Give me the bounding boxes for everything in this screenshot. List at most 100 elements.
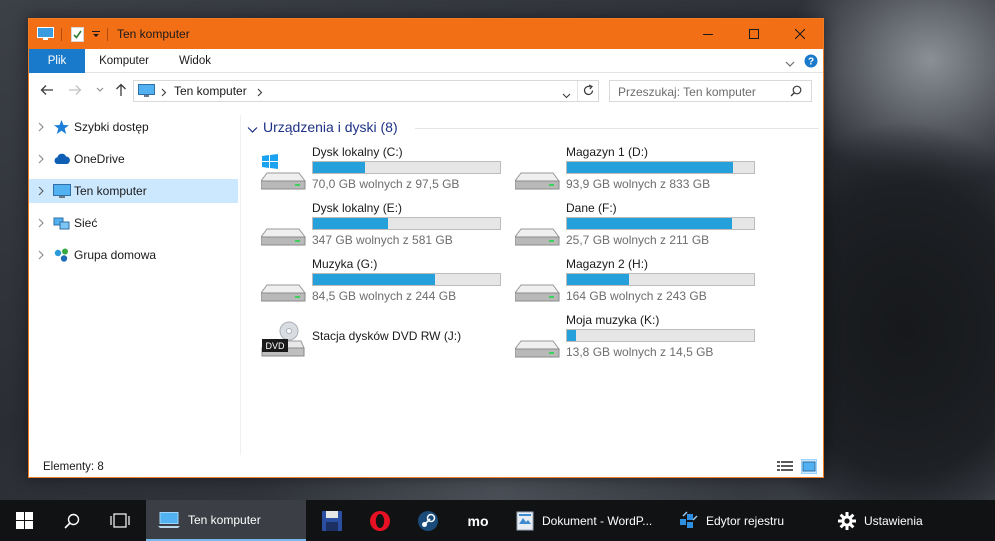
drive-name: Dane (F:) (566, 201, 617, 215)
drive-free-space: 70,0 GB wolnych z 97,5 GB (312, 177, 460, 191)
search-icon[interactable] (790, 85, 802, 100)
breadcrumb-next-icon[interactable] (257, 86, 263, 100)
svg-text:mo: mo (468, 514, 489, 528)
expand-chevron-icon[interactable] (35, 249, 47, 261)
hard-drive-icon (514, 321, 561, 359)
maximize-button[interactable] (731, 19, 777, 49)
expand-chevron-icon[interactable] (35, 121, 47, 133)
drive-tile[interactable]: Muzyka (G:) 84,5 GB wolnych z 244 GB (260, 257, 511, 307)
drive-name: Magazyn 2 (H:) (566, 257, 649, 271)
save-disk-icon[interactable] (308, 500, 356, 541)
drive-name: Muzyka (G:) (312, 257, 378, 271)
drive-tile[interactable]: Moja muzyka (K:) 13,8 GB wolnych z 14,5 G… (514, 313, 765, 363)
nav-item-onedrive[interactable]: OneDrive (29, 147, 238, 171)
title-separator (107, 28, 108, 41)
quick-access-dropdown-icon[interactable] (92, 19, 100, 49)
drive-usage-fill (567, 330, 576, 341)
drive-tile[interactable]: DVD Stacja dysków DVD RW (J:) (261, 313, 511, 363)
start-button[interactable] (0, 500, 48, 541)
search-taskbar-button[interactable] (48, 500, 96, 541)
file-explorer-window: Ten komputer Plik Komputer Widok ? Ten k… (28, 18, 824, 478)
mo-icon[interactable]: mo (452, 500, 504, 541)
nav-item-siec[interactable]: Sieć (29, 211, 238, 235)
drive-tile[interactable]: Magazyn 1 (D:) 93,9 GB wolnych z 833 GB (514, 145, 765, 195)
drive-name: Moja muzyka (K:) (566, 313, 660, 327)
refresh-icon[interactable] (582, 84, 595, 100)
steam-icon[interactable] (404, 500, 452, 541)
close-button[interactable] (777, 19, 823, 49)
drive-free-space: 84,5 GB wolnych z 244 GB (312, 289, 457, 303)
group-title: Urządzenia i dyski (8) (263, 119, 398, 135)
nav-item-szybki-dostep[interactable]: Szybki dostęp (29, 115, 238, 139)
expand-chevron-icon[interactable] (35, 153, 47, 165)
drive-free-space: 93,9 GB wolnych z 833 GB (566, 177, 711, 191)
title-bar[interactable]: Ten komputer (29, 19, 823, 49)
group-header-devices[interactable]: Urządzenia i dyski (8) (247, 119, 819, 137)
nav-item-ten-komputer[interactable]: Ten komputer (29, 179, 238, 203)
breadcrumb-ten-komputer[interactable]: Ten komputer (174, 84, 247, 98)
address-computer-icon (138, 84, 155, 101)
drive-usage-bar (566, 217, 755, 230)
hard-drive-icon (260, 209, 307, 247)
drive-free-space: 347 GB wolnych z 581 GB (312, 233, 453, 247)
hard-drive-icon (514, 265, 561, 303)
ribbon-tabs: Plik Komputer Widok ? (29, 49, 823, 73)
drive-tile[interactable]: Dane (F:) 25,7 GB wolnych z 211 GB (514, 201, 765, 251)
drive-usage-fill (313, 162, 365, 173)
nav-label: Szybki dostęp (74, 120, 149, 134)
navigation-pane: Szybki dostęp OneDrive Ten komputer Sieć… (29, 115, 239, 455)
details-view-icon[interactable] (777, 460, 793, 476)
computer-icon (53, 183, 71, 199)
quick-access-separator (61, 28, 62, 41)
taskbar-item-wordpad[interactable]: Dokument - WordP... (506, 500, 666, 541)
pane-divider[interactable] (240, 115, 241, 455)
drive-name: Magazyn 1 (D:) (566, 145, 649, 159)
task-view-button[interactable] (96, 500, 144, 541)
drive-name: Dysk lokalny (E:) (312, 201, 403, 215)
breadcrumb-separator-icon (161, 86, 167, 100)
window-title: Ten komputer (117, 27, 190, 41)
expand-ribbon-icon[interactable] (785, 57, 795, 71)
collapse-group-chevron-icon[interactable] (247, 123, 258, 137)
hard-drive-icon (514, 209, 561, 247)
opera-icon[interactable] (356, 500, 404, 541)
drive-tile[interactable]: Dysk lokalny (E:) 347 GB wolnych z 581 GB (260, 201, 511, 251)
taskbar-item-label: Ustawienia (864, 513, 923, 528)
dvd-label: DVD (265, 341, 285, 351)
taskbar-item-ten-komputer[interactable]: Ten komputer (146, 500, 306, 541)
tab-komputer[interactable]: Komputer (93, 49, 155, 73)
drive-usage-fill (567, 274, 629, 285)
window-computer-icon (37, 19, 54, 49)
task-view-icon (110, 513, 130, 528)
nav-item-grupa-domowa[interactable]: Grupa domowa (29, 243, 238, 267)
drive-usage-bar (566, 273, 755, 286)
taskbar-item-ustawienia[interactable]: Ustawienia (828, 500, 988, 541)
address-history-dropdown-icon[interactable] (562, 88, 571, 102)
address-bar[interactable]: Ten komputer (133, 80, 599, 102)
drive-usage-fill (567, 162, 733, 173)
drive-tile[interactable]: Dysk lokalny (C:) 70,0 GB wolnych z 97,5 … (260, 145, 511, 195)
drive-tile[interactable]: Magazyn 2 (H:) 164 GB wolnych z 243 GB (514, 257, 765, 307)
recent-locations-icon[interactable] (92, 82, 108, 98)
expand-chevron-icon[interactable] (35, 217, 47, 229)
tab-widok[interactable]: Widok (169, 49, 221, 73)
minimize-button[interactable] (685, 19, 731, 49)
search-placeholder: Przeszukaj: Ten komputer (618, 85, 756, 99)
back-arrow-icon[interactable] (39, 82, 55, 98)
properties-quick-icon[interactable] (71, 19, 84, 49)
drive-usage-fill (567, 218, 732, 229)
search-input[interactable]: Przeszukaj: Ten komputer (609, 80, 812, 102)
expand-chevron-icon[interactable] (35, 185, 47, 197)
large-icons-view-icon[interactable] (801, 459, 817, 474)
tab-plik[interactable]: Plik (29, 49, 85, 73)
taskbar-item-edytor-rejestru[interactable]: Edytor rejestru (668, 500, 826, 541)
up-arrow-icon[interactable] (113, 82, 129, 98)
drive-usage-bar (312, 161, 501, 174)
help-icon[interactable]: ? (804, 54, 818, 71)
nav-label: Grupa domowa (74, 248, 157, 262)
drive-usage-bar (312, 217, 501, 230)
hard-drive-icon (260, 265, 307, 303)
drive-free-space: 164 GB wolnych z 243 GB (566, 289, 707, 303)
forward-arrow-icon[interactable] (67, 82, 83, 98)
taskbar-item-label: Edytor rejestru (706, 513, 785, 528)
